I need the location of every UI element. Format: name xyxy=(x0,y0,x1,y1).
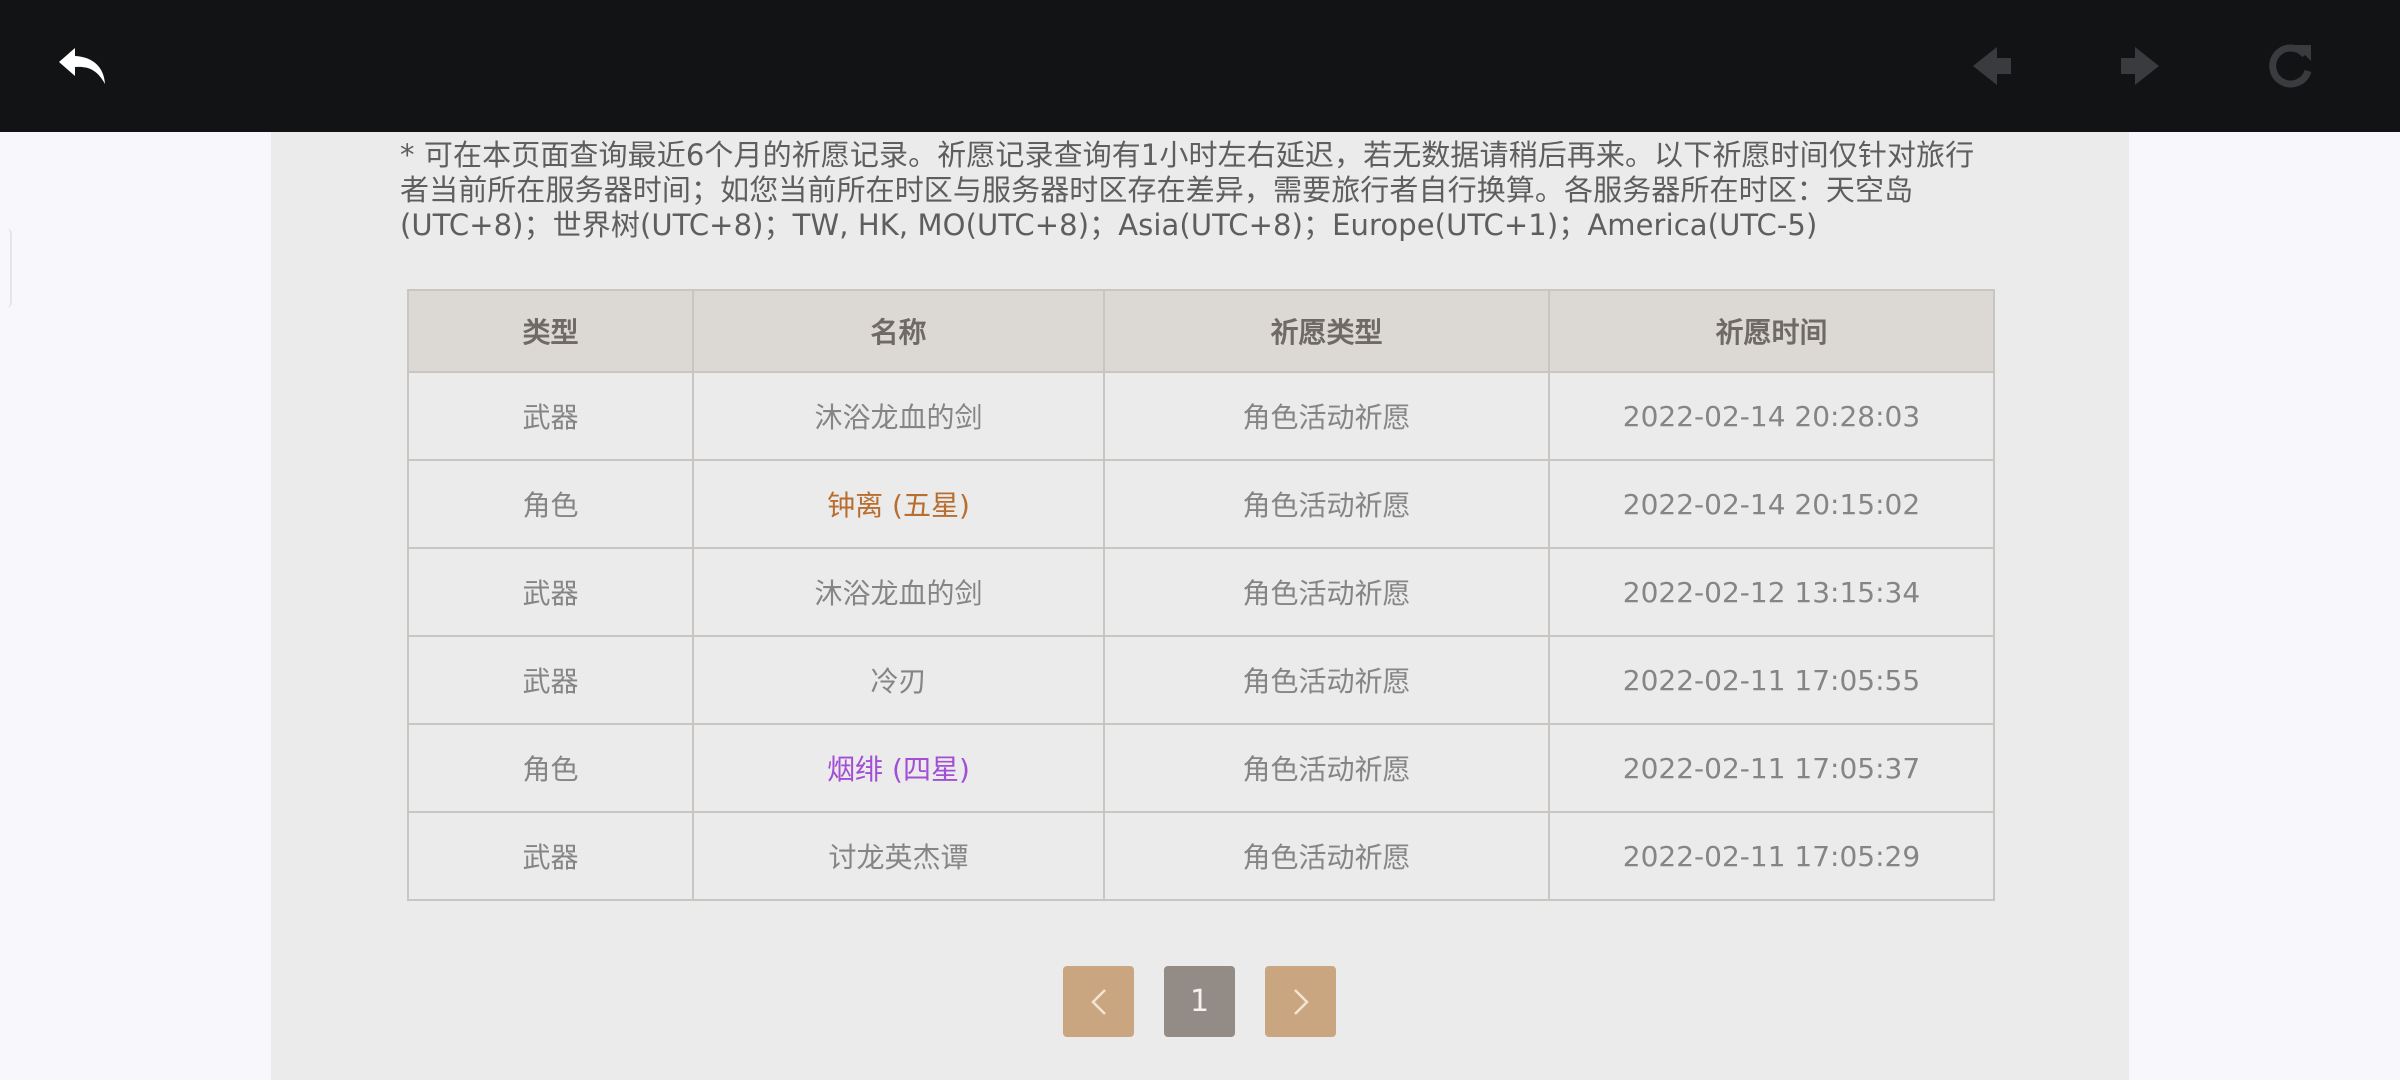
table-row: 角色 钟离 (五星) 角色活动祈愿 2022-02-14 20:15:02 xyxy=(407,459,1995,549)
cell-time: 2022-02-11 17:05:37 xyxy=(1548,723,1995,813)
reload-icon[interactable] xyxy=(2260,36,2320,96)
cell-name: 冷刃 xyxy=(692,635,1105,725)
header-type: 类型 xyxy=(407,289,694,373)
cell-time: 2022-02-11 17:05:29 xyxy=(1548,811,1995,901)
chevron-right-icon xyxy=(1293,988,1309,1015)
notice-text: * 可在本页面查询最近6个月的祈愿记录。祈愿记录查询有1小时左右延迟，若无数据请… xyxy=(400,138,1975,242)
page-number-button[interactable]: 1 xyxy=(1164,966,1235,1037)
cell-time: 2022-02-11 17:05:55 xyxy=(1548,635,1995,725)
chevron-left-icon xyxy=(1090,988,1106,1015)
cell-wish-type: 角色活动祈愿 xyxy=(1103,635,1550,725)
table-row: 武器 沐浴龙血的剑 角色活动祈愿 2022-02-12 13:15:34 xyxy=(407,547,1995,637)
table-row: 武器 讨龙英杰谭 角色活动祈愿 2022-02-11 17:05:29 xyxy=(407,811,1995,901)
cell-type: 角色 xyxy=(407,459,694,549)
cell-type: 武器 xyxy=(407,811,694,901)
next-icon[interactable] xyxy=(2110,36,2170,96)
cell-wish-type: 角色活动祈愿 xyxy=(1103,811,1550,901)
table-row: 角色 烟绯 (四星) 角色活动祈愿 2022-02-11 17:05:37 xyxy=(407,723,1995,813)
cell-name: 沐浴龙血的剑 xyxy=(692,371,1105,461)
cell-name-four-star: 烟绯 (四星) xyxy=(692,723,1105,813)
cell-type: 武器 xyxy=(407,547,694,637)
table-header-row: 类型 名称 祈愿类型 祈愿时间 xyxy=(407,289,1995,373)
header-wish-type: 祈愿类型 xyxy=(1103,289,1550,373)
cell-time: 2022-02-12 13:15:34 xyxy=(1548,547,1995,637)
cell-type: 角色 xyxy=(407,723,694,813)
side-handle[interactable] xyxy=(0,228,12,308)
cell-type: 武器 xyxy=(407,635,694,725)
browser-toolbar xyxy=(0,0,2400,132)
cell-name: 沐浴龙血的剑 xyxy=(692,547,1105,637)
cell-type: 武器 xyxy=(407,371,694,461)
header-wish-time: 祈愿时间 xyxy=(1548,289,1995,373)
next-page-button[interactable] xyxy=(1265,966,1336,1037)
cell-wish-type: 角色活动祈愿 xyxy=(1103,547,1550,637)
cell-time: 2022-02-14 20:15:02 xyxy=(1548,459,1995,549)
header-name: 名称 xyxy=(692,289,1105,373)
table-row: 武器 冷刃 角色活动祈愿 2022-02-11 17:05:55 xyxy=(407,635,1995,725)
back-arrow-icon[interactable] xyxy=(53,36,113,96)
cell-time: 2022-02-14 20:28:03 xyxy=(1548,371,1995,461)
cell-wish-type: 角色活动祈愿 xyxy=(1103,459,1550,549)
cell-wish-type: 角色活动祈愿 xyxy=(1103,371,1550,461)
prev-page-button[interactable] xyxy=(1063,966,1134,1037)
cell-name: 讨龙英杰谭 xyxy=(692,811,1105,901)
wish-records-table: 类型 名称 祈愿类型 祈愿时间 武器 沐浴龙血的剑 角色活动祈愿 2022-02… xyxy=(407,289,1995,901)
table-row: 武器 沐浴龙血的剑 角色活动祈愿 2022-02-14 20:28:03 xyxy=(407,371,1995,461)
prev-icon[interactable] xyxy=(1962,36,2022,96)
cell-name-five-star: 钟离 (五星) xyxy=(692,459,1105,549)
cell-wish-type: 角色活动祈愿 xyxy=(1103,723,1550,813)
